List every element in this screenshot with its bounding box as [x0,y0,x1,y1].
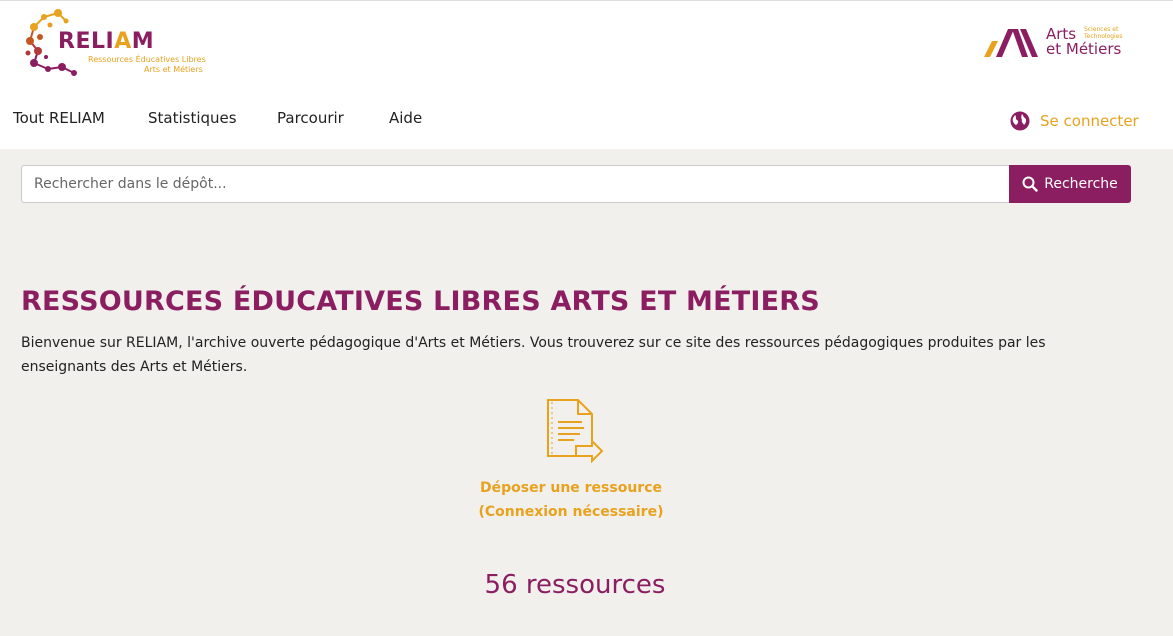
am-logo-line2: et Métiers [1046,40,1122,58]
search-bar: Recherche [21,165,1131,203]
login-label: Se connecter [1040,112,1139,130]
am-logo-small-text: Sciences et Technologies [1084,26,1123,40]
search-button[interactable]: Recherche [1009,165,1131,203]
deposit-line2: (Connexion nécessaire) [478,504,664,520]
reliam-tagline-2: Arts et Métiers [144,65,203,74]
arts-et-metiers-logo[interactable]: Arts Sciences et Technologies et Métiers [982,25,1142,61]
search-icon [1022,176,1038,192]
reliam-tagline-1: Ressources Éducatives Libres [88,55,206,64]
globe-icon [1010,111,1030,131]
deposit-document-icon[interactable] [544,398,606,466]
search-button-label: Recherche [1044,176,1118,192]
resource-count: 56 ressources [484,570,666,600]
site-header: RELIAM Ressources Éducatives Libres Arts… [0,0,1173,149]
reliam-logo[interactable]: RELIAM Ressources Éducatives Libres Arts… [22,7,206,79]
deposit-line1: Déposer une ressource [479,480,662,496]
reliam-brand-text: RELIAM [58,29,155,54]
nav-item-aide[interactable]: Aide [389,109,422,127]
nav-item-tout-reliam[interactable]: Tout RELIAM [13,109,105,127]
deposit-link[interactable]: Déposer une ressource (Connexion nécessa… [440,476,702,524]
nav-item-statistiques[interactable]: Statistiques [148,109,237,127]
search-input[interactable] [21,165,1009,203]
login-link[interactable]: Se connecter [1010,109,1139,133]
nav-item-parcourir[interactable]: Parcourir [277,109,344,127]
intro-text: Bienvenue sur RELIAM, l'archive ouverte … [21,335,1046,375]
am-logo-icon [984,29,1038,57]
page-title: RESSOURCES ÉDUCATIVES LIBRES ARTS ET MÉT… [21,286,820,317]
